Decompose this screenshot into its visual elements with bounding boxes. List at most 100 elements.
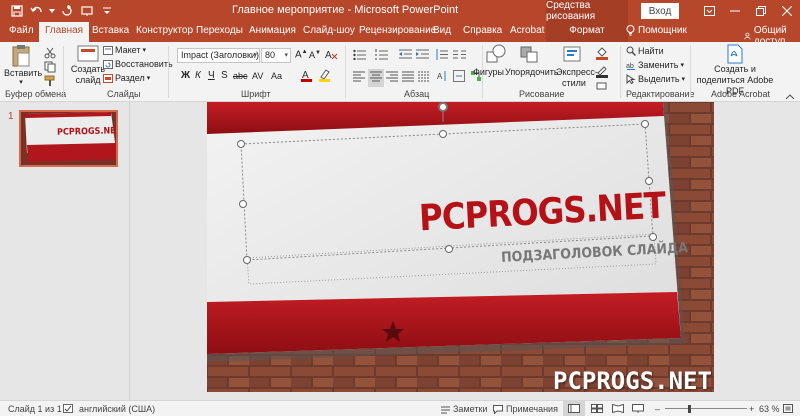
tab-format[interactable]: Формат bbox=[546, 22, 628, 42]
tab-animations[interactable]: Анимация bbox=[249, 25, 296, 36]
replace-button[interactable]: ab Заменить ▾ bbox=[626, 60, 684, 70]
zoom-in-button[interactable]: + bbox=[749, 404, 754, 414]
shadow-button[interactable]: S bbox=[221, 70, 228, 81]
reset-button[interactable]: Восстановить bbox=[103, 59, 173, 69]
zoom-out-button[interactable]: – bbox=[655, 404, 660, 414]
justify-button[interactable] bbox=[402, 71, 414, 85]
tab-view[interactable]: Вид bbox=[433, 25, 451, 36]
collapse-ribbon-button[interactable] bbox=[785, 90, 795, 102]
resize-handle[interactable] bbox=[439, 130, 447, 138]
quick-styles-icon bbox=[563, 46, 581, 62]
resize-handle[interactable] bbox=[239, 200, 247, 208]
paste-button[interactable]: Вставить ▾ bbox=[4, 44, 42, 86]
resize-handle[interactable] bbox=[641, 120, 649, 128]
layout-button[interactable]: Макет ▾ bbox=[103, 45, 146, 55]
tab-design[interactable]: Конструктор bbox=[136, 25, 193, 36]
tab-file[interactable]: Файл bbox=[9, 25, 34, 36]
cut-button[interactable] bbox=[44, 47, 56, 62]
normal-view-button[interactable] bbox=[563, 401, 585, 416]
tab-transitions[interactable]: Переходы bbox=[196, 25, 243, 36]
font-size-box[interactable]: 80 ▾ bbox=[261, 48, 291, 63]
align-center-button[interactable] bbox=[368, 69, 384, 87]
new-slide-icon bbox=[77, 45, 99, 62]
signin-button[interactable]: Вход bbox=[641, 3, 679, 19]
quick-styles-button[interactable] bbox=[555, 44, 589, 64]
tab-review[interactable]: Рецензирование bbox=[359, 25, 436, 36]
spellcheck-icon[interactable] bbox=[63, 404, 73, 415]
italic-button[interactable]: К bbox=[195, 70, 201, 81]
slide-thumbnail[interactable]: PCPROGS.NET bbox=[19, 110, 118, 167]
font-color-button[interactable]: A bbox=[300, 68, 314, 84]
decrease-indent-button[interactable] bbox=[399, 49, 412, 63]
distributed-button[interactable] bbox=[418, 71, 430, 85]
underline-button[interactable]: Ч bbox=[208, 70, 215, 81]
undo-dropdown-button[interactable] bbox=[48, 2, 56, 20]
start-slideshow-button[interactable] bbox=[78, 2, 96, 20]
shape-effects-button[interactable] bbox=[595, 81, 609, 93]
section-button[interactable]: Раздел ▾ bbox=[103, 73, 150, 83]
change-case-button[interactable]: Aa bbox=[271, 71, 282, 81]
char-spacing-button[interactable]: AV bbox=[252, 71, 263, 81]
restore-button[interactable] bbox=[748, 0, 774, 22]
copy-button[interactable] bbox=[44, 61, 56, 76]
tell-me-box[interactable]: Помощник bbox=[626, 25, 687, 36]
align-left-button[interactable] bbox=[353, 71, 365, 85]
bold-button[interactable]: Ж bbox=[181, 70, 190, 81]
new-slide-button[interactable]: Создать слайд bbox=[69, 44, 107, 86]
zoom-level[interactable]: 63 % bbox=[759, 404, 780, 414]
slide-canvas[interactable]: PCPROGS.NET ПОДЗАГОЛОВОК СЛАЙДА bbox=[207, 102, 714, 392]
bullets-button[interactable] bbox=[353, 49, 367, 63]
undo-button[interactable] bbox=[28, 2, 46, 20]
align-right-button[interactable] bbox=[386, 71, 398, 85]
increase-font-button[interactable]: A▲ bbox=[295, 49, 308, 60]
close-button[interactable] bbox=[774, 0, 800, 22]
find-button[interactable]: Найти bbox=[626, 46, 664, 56]
tab-insert[interactable]: Вставка bbox=[92, 25, 129, 36]
ribbon-display-button[interactable] bbox=[696, 0, 722, 22]
svg-text:A: A bbox=[437, 72, 443, 81]
tab-acrobat[interactable]: Acrobat bbox=[510, 25, 544, 36]
tab-home[interactable]: Главная bbox=[39, 22, 90, 42]
resize-handle[interactable] bbox=[649, 233, 657, 241]
shape-outline-button[interactable] bbox=[595, 64, 609, 81]
decrease-font-button[interactable]: A▼ bbox=[309, 50, 321, 60]
rotation-handle[interactable] bbox=[438, 102, 448, 112]
language-indicator[interactable]: английский (США) bbox=[79, 404, 155, 414]
chevron-down-icon: ▾ bbox=[19, 79, 23, 86]
minimize-button[interactable] bbox=[722, 0, 748, 22]
comments-button[interactable]: Примечания bbox=[493, 404, 558, 414]
highlight-button[interactable] bbox=[318, 68, 332, 84]
notes-button[interactable]: Заметки bbox=[441, 404, 487, 414]
slideshow-view-button[interactable] bbox=[632, 404, 644, 415]
fit-to-window-button[interactable] bbox=[783, 404, 793, 415]
resize-handle[interactable] bbox=[237, 140, 245, 148]
resize-handle[interactable] bbox=[243, 256, 251, 264]
strikethrough-button[interactable]: abc bbox=[233, 71, 248, 81]
select-button[interactable]: Выделить ▾ bbox=[626, 74, 685, 84]
zoom-slider[interactable] bbox=[665, 408, 747, 409]
arrange-button[interactable] bbox=[512, 44, 546, 64]
save-button[interactable] bbox=[8, 2, 26, 20]
increase-indent-button[interactable] bbox=[416, 49, 429, 63]
resize-handle[interactable] bbox=[445, 245, 453, 253]
text-direction-button[interactable]: A bbox=[436, 70, 448, 85]
columns-button[interactable] bbox=[453, 49, 466, 63]
zoom-slider-thumb[interactable] bbox=[688, 405, 692, 413]
line-spacing-button[interactable] bbox=[435, 49, 448, 63]
clear-format-button[interactable]: A bbox=[325, 48, 338, 62]
align-text-button[interactable] bbox=[453, 70, 465, 85]
resize-handle[interactable] bbox=[645, 177, 653, 185]
font-name-box[interactable]: Impact (Заголовки) ▾ bbox=[177, 48, 260, 63]
customize-qat-button[interactable] bbox=[98, 2, 116, 20]
numbering-button[interactable] bbox=[375, 49, 389, 63]
shapes-button[interactable] bbox=[484, 44, 508, 64]
redo-button[interactable] bbox=[58, 2, 76, 20]
slide-sorter-button[interactable] bbox=[591, 404, 603, 415]
tab-slideshow[interactable]: Слайд-шоу bbox=[303, 25, 355, 36]
tab-help[interactable]: Справка bbox=[463, 25, 502, 36]
shape-fill-button[interactable] bbox=[595, 46, 609, 63]
indent-icon bbox=[416, 49, 429, 59]
brush-icon bbox=[44, 75, 55, 86]
format-painter-button[interactable] bbox=[44, 75, 56, 90]
reading-view-button[interactable] bbox=[612, 403, 624, 415]
